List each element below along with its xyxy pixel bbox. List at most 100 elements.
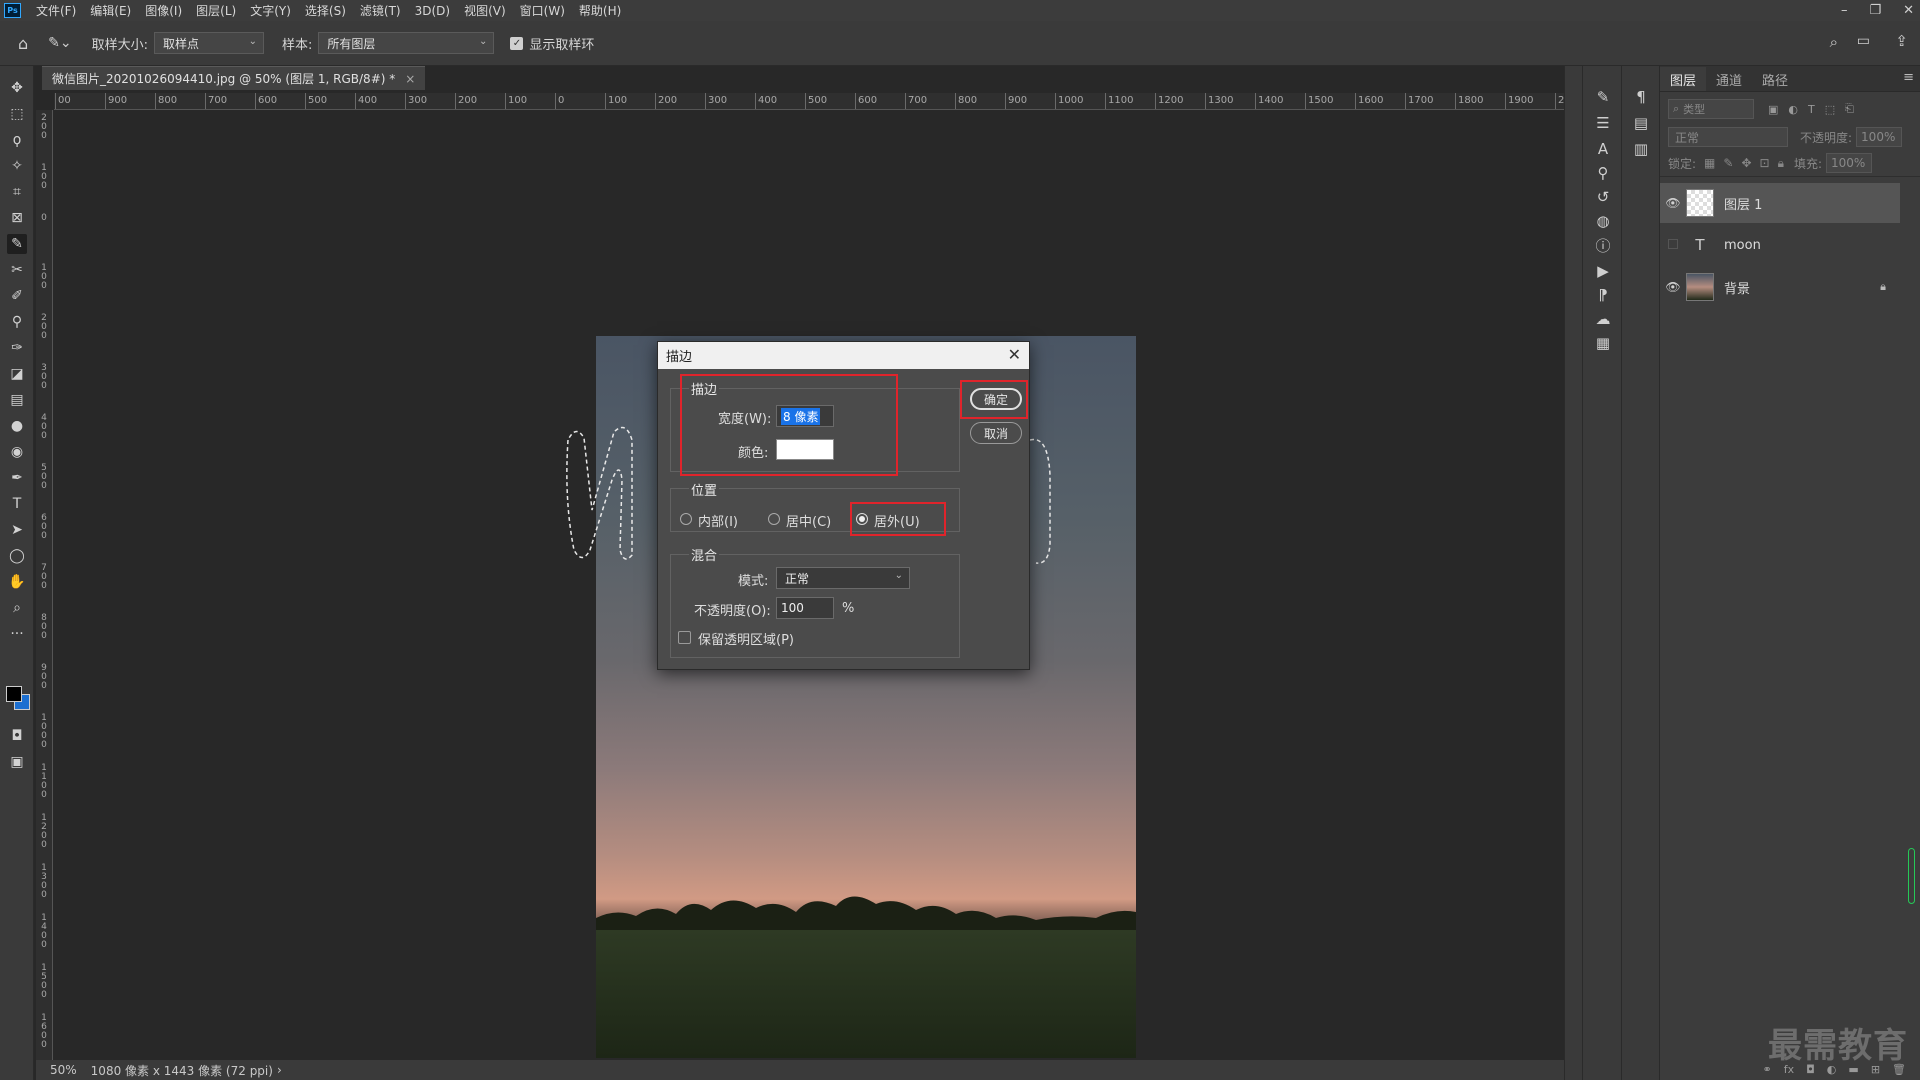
zoom-level[interactable]: 50% [50, 1063, 77, 1077]
visibility-eye-icon[interactable]: 👁︎ [1660, 196, 1686, 210]
filter-pixel-icon[interactable]: ▣ [1768, 103, 1778, 116]
close-icon[interactable]: ✕ [1008, 345, 1021, 364]
path-select-tool-icon[interactable]: ➤ [7, 520, 27, 540]
adjustments-icon[interactable]: ☰ [1592, 112, 1614, 134]
brush-tool-icon[interactable]: ✐ [7, 286, 27, 306]
filter-type-icon[interactable]: T [1808, 103, 1815, 116]
table-icon[interactable]: ▦ [1592, 332, 1614, 354]
restore-button[interactable]: ❐ [1869, 3, 1881, 18]
close-window-button[interactable]: ✕ [1903, 3, 1914, 18]
history-brush-tool-icon[interactable]: ✑ [7, 338, 27, 358]
menu-select[interactable]: 选择(S) [305, 2, 346, 19]
menu-edit[interactable]: 编辑(E) [90, 2, 131, 19]
mode-dropdown[interactable]: 正常 ⌄ [776, 567, 910, 589]
close-tab-icon[interactable]: × [405, 72, 415, 86]
menu-3d[interactable]: 3D(D) [415, 4, 450, 18]
dodge-tool-icon[interactable]: ◉ [7, 442, 27, 462]
filter-adjust-icon[interactable]: ◐ [1788, 103, 1798, 116]
radio-center[interactable] [768, 513, 780, 525]
actions-play-icon[interactable]: ▶ [1592, 260, 1614, 282]
chevron-right-icon[interactable]: › [277, 1063, 282, 1077]
marquee-tool-icon[interactable]: ⬚ [7, 104, 27, 124]
minimize-button[interactable]: – [1841, 3, 1848, 18]
move-tool-icon[interactable]: ✥ [7, 78, 27, 98]
layer-kind-filter[interactable]: ⌕ 类型 [1668, 99, 1754, 119]
scroll-indicator[interactable] [1908, 848, 1915, 904]
home-icon[interactable]: ⌂ [18, 34, 28, 53]
frame-tool-icon[interactable]: ⊠ [7, 208, 27, 228]
3d-icon[interactable]: ☁ [1592, 308, 1614, 330]
more-tools-icon[interactable]: ··· [7, 624, 27, 644]
ok-button[interactable]: 确定 [970, 388, 1022, 410]
preserve-transparency-label[interactable]: 保留透明区域(P) [698, 629, 794, 648]
radio-outside[interactable] [856, 513, 868, 525]
layer-row-moon[interactable]: T moon [1660, 225, 1900, 265]
sample-dropdown[interactable]: 所有图层 ⌄ [318, 32, 495, 54]
lock-transparent-icon[interactable]: ▦ [1704, 156, 1715, 170]
show-ring-checkbox[interactable]: ✓ [510, 36, 524, 50]
eraser-tool-icon[interactable]: ◪ [7, 364, 27, 384]
notes-icon[interactable]: ▥ [1630, 138, 1652, 160]
quick-mask-icon[interactable]: ◘ [7, 726, 27, 746]
hand-tool-icon[interactable]: ✋ [7, 572, 27, 592]
document-info[interactable]: 1080 像素 x 1443 像素 (72 ppi) [91, 1062, 273, 1079]
radio-inside[interactable] [680, 513, 692, 525]
color-swatch[interactable] [776, 439, 834, 460]
glyphs-icon[interactable]: ⁋ [1592, 284, 1614, 306]
visibility-eye-icon[interactable]: 👁︎ [1660, 280, 1686, 294]
healing-brush-tool-icon[interactable]: ✂ [7, 260, 27, 280]
clone-stamp-tool-icon[interactable]: ⚲ [7, 312, 27, 332]
radio-center-label[interactable]: 居中(C) [786, 511, 831, 530]
info-icon[interactable]: ⓘ [1592, 234, 1614, 256]
tab-paths[interactable]: 路径 [1752, 67, 1798, 91]
foreground-color-swatch[interactable] [6, 686, 22, 702]
lock-all-icon[interactable]: 🔒︎ [1778, 156, 1784, 171]
menu-type[interactable]: 文字(Y) [250, 2, 291, 19]
screen-mode-icon[interactable]: ▣ [7, 752, 27, 772]
layer-row-layer1[interactable]: 👁︎ 图层 1 [1660, 183, 1900, 223]
lock-artboard-icon[interactable]: ⊡ [1760, 156, 1770, 170]
search-icon[interactable]: ⌕ [1830, 33, 1838, 51]
menu-layer[interactable]: 图层(L) [196, 2, 236, 19]
filter-shape-icon[interactable]: ⬚ [1825, 103, 1835, 116]
menu-image[interactable]: 图像(I) [145, 2, 182, 19]
opacity-input[interactable]: 100 [776, 597, 834, 619]
crop-tool-icon[interactable]: ⌗ [7, 182, 27, 202]
radio-inside-label[interactable]: 内部(I) [698, 511, 738, 530]
color-icon[interactable]: ◍ [1592, 210, 1614, 232]
type-tool-icon[interactable]: T [7, 494, 27, 514]
properties-icon[interactable]: ▤ [1630, 112, 1652, 134]
paragraph-icon[interactable]: ¶ [1630, 86, 1652, 108]
history-icon[interactable]: ↺ [1592, 186, 1614, 208]
cancel-button[interactable]: 取消 [970, 422, 1022, 444]
zoom-tool-icon[interactable]: ⌕ [7, 598, 27, 618]
width-input[interactable]: 8 像素 [776, 405, 834, 427]
document-tab[interactable]: 微信图片_20201026094410.jpg @ 50% (图层 1, RGB… [42, 66, 426, 90]
opacity-field[interactable]: 100% [1856, 127, 1903, 147]
menu-help[interactable]: 帮助(H) [579, 2, 621, 19]
menu-window[interactable]: 窗口(W) [520, 2, 565, 19]
radio-outside-label[interactable]: 居外(U) [874, 511, 920, 530]
workspace-icon[interactable]: ▭ [1857, 33, 1870, 49]
tab-channels[interactable]: 通道 [1706, 67, 1752, 91]
pen-tool-icon[interactable]: ✒ [7, 468, 27, 488]
eyedropper-tool-preset-icon[interactable]: ✎⌄ [48, 35, 71, 51]
share-icon[interactable]: ⇪ [1895, 32, 1908, 50]
lasso-tool-icon[interactable]: ϙ [7, 130, 27, 150]
tab-layers[interactable]: 图层 [1660, 67, 1707, 91]
fill-field[interactable]: 100% [1826, 153, 1873, 173]
visibility-off-box[interactable] [1660, 238, 1686, 252]
brush-settings-icon[interactable]: ✎ [1592, 86, 1614, 108]
ellipse-tool-icon[interactable]: ◯ [7, 546, 27, 566]
menu-view[interactable]: 视图(V) [464, 2, 506, 19]
lock-position-icon[interactable]: ✥ [1741, 156, 1751, 170]
quick-select-tool-icon[interactable]: ✧ [7, 156, 27, 176]
layer-row-background[interactable]: 👁︎ 背景 🔒︎ [1660, 267, 1900, 307]
eyedropper-tool-icon[interactable]: ✎ [7, 234, 27, 254]
gradient-tool-icon[interactable]: ▤ [7, 390, 27, 410]
filter-smart-icon[interactable]: ⎗ [1845, 102, 1854, 116]
blend-mode-dropdown[interactable]: 正常 [1668, 127, 1788, 147]
lock-image-icon[interactable]: ✎ [1723, 156, 1733, 170]
blur-tool-icon[interactable]: ● [7, 416, 27, 436]
sample-size-dropdown[interactable]: 取样点 ⌄ [154, 32, 265, 54]
